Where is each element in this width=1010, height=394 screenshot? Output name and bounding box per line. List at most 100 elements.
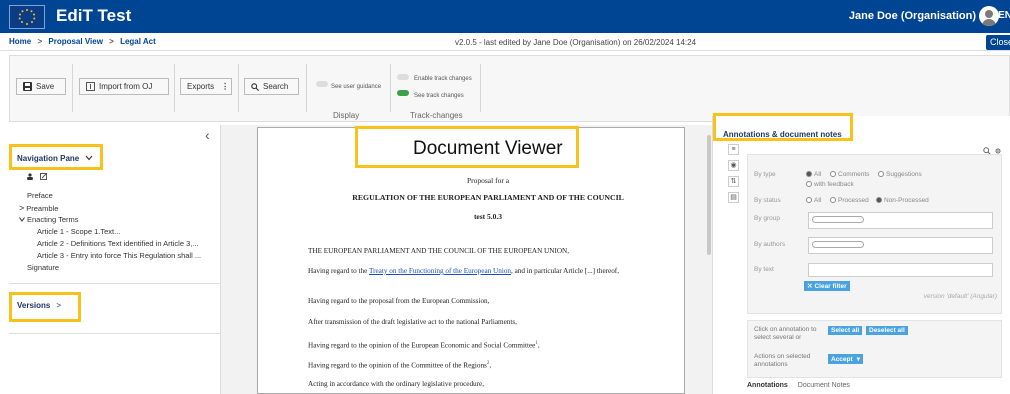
- save-label: Save: [36, 82, 55, 91]
- eu-flag-logo: [9, 5, 45, 29]
- edit-icon[interactable]: [40, 173, 48, 180]
- annotation-actions-panel: Click on annotation to select several or…: [747, 320, 1002, 378]
- deselect-all-button[interactable]: Deselect all: [866, 326, 908, 335]
- enable-track-changes-label: Enable track changes: [414, 76, 472, 82]
- navigation-pane-title[interactable]: Navigation Pane: [17, 154, 93, 163]
- accept-button[interactable]: Accept ▾: [828, 354, 863, 364]
- annotation-filter-panel: By type All Comments Suggestions with fe…: [747, 154, 1002, 314]
- document-viewer: Document Viewer Proposal for a REGULATIO…: [221, 125, 712, 394]
- user-name[interactable]: Jane Doe (Organisation): [849, 10, 976, 22]
- by-status-label: By status: [754, 197, 781, 204]
- clear-filter-button[interactable]: ✕ Clear filter: [804, 281, 850, 291]
- doc-paragraph: Having regard to the Treaty on the Funct…: [308, 267, 619, 275]
- chevron-down-icon: ▾: [856, 356, 860, 363]
- sort-icon[interactable]: ⇅: [728, 176, 739, 187]
- status-processed-radio[interactable]: Processed: [830, 197, 869, 204]
- document-viewer-callout: Document Viewer: [413, 138, 563, 159]
- doc-regulation-title: REGULATION OF THE EUROPEAN PARLIAMENT AN…: [352, 193, 624, 202]
- breadcrumb-bar: Home > Proposal View > Legal Act v2.0.5 …: [0, 33, 1010, 51]
- chevron-down-icon: [19, 217, 25, 222]
- group-filter-input[interactable]: [808, 212, 993, 229]
- chevron-right-icon: >: [19, 203, 25, 213]
- authors-filter-input[interactable]: [808, 237, 993, 254]
- nav-item-article-3[interactable]: Article 3 - Entry into force This Regula…: [37, 251, 201, 260]
- select-all-button[interactable]: Select all: [828, 326, 863, 335]
- nav-item-preamble[interactable]: > Preamble: [19, 203, 58, 213]
- annotation-tabs: Annotations Document Notes: [747, 382, 850, 389]
- type-suggestions-radio[interactable]: Suggestions: [878, 171, 922, 178]
- viewer-scrollbar[interactable]: [707, 135, 711, 255]
- doc-paragraph: After transmission of the draft legislat…: [308, 318, 517, 326]
- save-button[interactable]: Save: [16, 78, 66, 95]
- nav-item-enacting-terms[interactable]: Enacting Terms: [19, 215, 79, 224]
- search-label: Search: [263, 82, 289, 91]
- type-comments-radio[interactable]: Comments: [830, 171, 869, 178]
- breadcrumb-home[interactable]: Home: [9, 37, 31, 46]
- track-changes-group-label: Track-changes: [410, 111, 463, 120]
- exports-label: Exports: [187, 82, 215, 91]
- doc-proposal-for: Proposal for a: [466, 176, 510, 185]
- treaty-link[interactable]: Treaty on the Functioning of the Europea…: [369, 267, 511, 275]
- search-icon: [251, 82, 259, 91]
- doc-paragraph: Having regard to the opinion of the Comm…: [308, 361, 492, 370]
- annotations-pane: Annotations & document notes ≡ ◉ ⇅ ▤ By …: [712, 113, 1010, 394]
- text-filter-input[interactable]: [808, 263, 993, 277]
- exports-button[interactable]: Exports ⋮: [180, 78, 232, 95]
- display-group-label: Display: [333, 111, 360, 120]
- enable-track-changes-toggle[interactable]: [397, 74, 409, 80]
- breadcrumb-separator: >: [37, 37, 43, 46]
- close-button[interactable]: Close: [986, 35, 1010, 50]
- breadcrumb-separator: >: [109, 37, 114, 46]
- status-all-radio[interactable]: All: [806, 197, 821, 204]
- doc-test-label: test 5.0.3: [473, 212, 503, 221]
- chevron-down-icon: [86, 155, 93, 161]
- versions-toggle[interactable]: Versions >: [17, 301, 61, 310]
- type-with-feedback-radio[interactable]: with feedback: [806, 181, 854, 188]
- tab-annotations[interactable]: Annotations: [747, 382, 788, 389]
- click-hint: Click on annotation to: [754, 326, 817, 333]
- users-icon[interactable]: [26, 173, 34, 180]
- list-icon[interactable]: ≡: [728, 144, 739, 155]
- eye-icon[interactable]: ◉: [728, 160, 739, 171]
- avatar[interactable]: [979, 6, 999, 26]
- more-options-icon: ⋮: [221, 82, 230, 91]
- doc-paragraph: THE EUROPEAN PARLIAMENT AND THE COUNCIL …: [308, 247, 570, 255]
- nav-item-signature[interactable]: Signature: [27, 263, 59, 272]
- group-chip: [812, 216, 864, 223]
- document-page[interactable]: Document Viewer Proposal for a REGULATIO…: [257, 126, 685, 394]
- app-title: EdiT Test: [56, 6, 132, 25]
- annotation-tools: ≡ ◉ ⇅ ▤: [727, 144, 741, 212]
- nav-item-preface[interactable]: Preface: [27, 191, 53, 200]
- tab-document-notes[interactable]: Document Notes: [798, 382, 850, 389]
- doc-paragraph: Acting in accordance with the ordinary l…: [308, 380, 485, 388]
- save-icon: [23, 82, 32, 91]
- see-track-changes-toggle[interactable]: [397, 90, 409, 96]
- annotations-title: Annotations & document notes: [723, 130, 842, 139]
- type-all-radio[interactable]: All: [806, 171, 821, 178]
- nav-item-article-2[interactable]: Article 2 - Definitions Text identified …: [37, 239, 199, 248]
- clear-icon: ✕: [807, 283, 813, 290]
- version-text: version 'default' (Angular): [923, 293, 997, 300]
- doc-paragraph: Having regard to the opinion of the Euro…: [308, 341, 540, 350]
- version-info: v2.0.5 - last edited by Jane Doe (Organi…: [455, 38, 697, 47]
- nav-item-article-1[interactable]: Article 1 - Scope 1.Text...: [37, 227, 120, 236]
- import-label: Import from OJ: [99, 82, 153, 91]
- by-authors-label: By authors: [754, 241, 786, 248]
- search-button[interactable]: Search: [244, 78, 299, 95]
- status-non-processed-radio[interactable]: Non-Processed: [876, 197, 929, 204]
- collapse-pane-icon[interactable]: ‹: [205, 127, 210, 143]
- breadcrumb-legal-act: Legal Act: [120, 37, 156, 46]
- language-selector[interactable]: EN: [998, 10, 1010, 21]
- import-from-oj-button[interactable]: Import from OJ: [79, 78, 169, 95]
- actions-hint-2: annotations: [754, 361, 788, 368]
- by-group-label: By group: [754, 215, 781, 222]
- breadcrumb: Home > Proposal View > Legal Act: [9, 37, 156, 46]
- divider: [9, 283, 221, 284]
- see-track-changes-label: See track changes: [414, 93, 464, 99]
- user-guidance-toggle[interactable]: [316, 81, 328, 87]
- doc-paragraph: Having regard to the proposal from the E…: [308, 297, 490, 305]
- document-icon[interactable]: ▤: [728, 192, 739, 203]
- navigation-pane: ‹ Navigation Pane Preface > Preamble Enac…: [9, 125, 221, 394]
- actions-hint: Actions on selected: [754, 353, 811, 360]
- breadcrumb-proposal-view[interactable]: Proposal View: [48, 37, 103, 46]
